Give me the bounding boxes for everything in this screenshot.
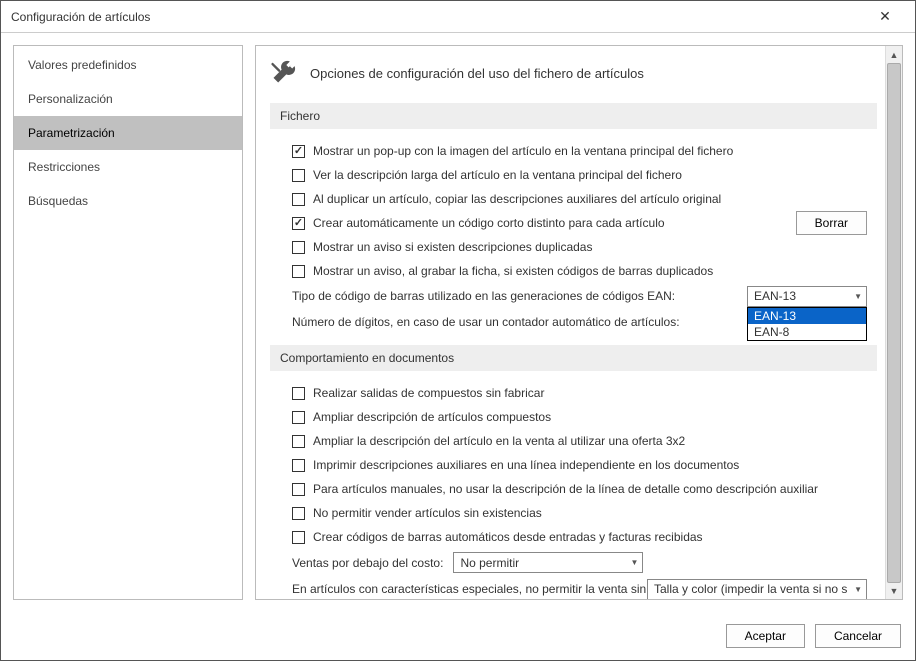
row-barcode-type: Tipo de código de barras utilizado en la… [270, 283, 877, 309]
row-auto-code: Crear automáticamente un código corto di… [270, 211, 877, 235]
checkbox-ampliar-3x2[interactable] [292, 435, 305, 448]
select-ventas-costo-value: No permitir [460, 556, 519, 570]
label-dup-desc-warn: Mostrar un aviso si existen descripcione… [313, 240, 592, 254]
row-long-desc: Ver la descripción larga del artículo en… [270, 163, 877, 187]
select-ventas-costo[interactable]: No permitir [453, 552, 643, 573]
settings-window: Configuración de artículos ✕ Valores pre… [0, 0, 916, 661]
titlebar: Configuración de artículos ✕ [1, 1, 915, 33]
row-imprimir-aux: Imprimir descripciones auxiliares en una… [270, 453, 877, 477]
tools-icon [270, 58, 298, 89]
label-ampliar-comp: Ampliar descripción de artículos compues… [313, 410, 551, 424]
row-no-sin-exist: No permitir vender artículos sin existen… [270, 501, 877, 525]
checkbox-salidas-comp[interactable] [292, 387, 305, 400]
sidebar-item-restricciones[interactable]: Restricciones [14, 150, 242, 184]
footer: Aceptar Cancelar [1, 612, 915, 660]
label-barcode-type: Tipo de código de barras utilizado en la… [292, 289, 675, 303]
main-scroll-content: Opciones de configuración del uso del fi… [256, 46, 885, 599]
page-header: Opciones de configuración del uso del fi… [270, 58, 877, 89]
row-carac-esp: En artículos con características especia… [270, 576, 877, 599]
label-imprimir-aux: Imprimir descripciones auxiliares en una… [313, 458, 739, 472]
page-title: Opciones de configuración del uso del fi… [310, 66, 644, 81]
checkbox-manual-no-aux[interactable] [292, 483, 305, 496]
row-salidas-comp: Realizar salidas de compuestos sin fabri… [270, 381, 877, 405]
checkbox-no-sin-exist[interactable] [292, 507, 305, 520]
ok-button[interactable]: Aceptar [726, 624, 805, 648]
label-crear-barcode: Crear códigos de barras automáticos desd… [313, 530, 703, 544]
checkbox-dup-barcode-warn[interactable] [292, 265, 305, 278]
checkbox-dup-desc-warn[interactable] [292, 241, 305, 254]
label-long-desc: Ver la descripción larga del artículo en… [313, 168, 682, 182]
borrar-button[interactable]: Borrar [796, 211, 867, 235]
checkbox-crear-barcode[interactable] [292, 531, 305, 544]
select-carac-esp-value: Talla y color (impedir la venta si no s [654, 582, 848, 596]
checkbox-ampliar-comp[interactable] [292, 411, 305, 424]
vertical-scrollbar[interactable]: ▲ ▼ [885, 46, 902, 599]
row-manual-no-aux: Para artículos manuales, no usar la desc… [270, 477, 877, 501]
close-button[interactable]: ✕ [865, 1, 905, 32]
label-copy-aux: Al duplicar un artículo, copiar las desc… [313, 192, 721, 206]
cancel-button[interactable]: Cancelar [815, 624, 901, 648]
row-ventas-costo: Ventas por debajo del costo: No permitir [270, 549, 877, 576]
checkbox-popup-image[interactable] [292, 145, 305, 158]
sidebar-item-valores[interactable]: Valores predefinidos [14, 48, 242, 82]
row-popup-image: Mostrar un pop-up con la imagen del artí… [270, 139, 877, 163]
row-copy-aux: Al duplicar un artículo, copiar las desc… [270, 187, 877, 211]
select-carac-esp[interactable]: Talla y color (impedir la venta si no s [647, 579, 867, 600]
row-dup-barcode-warn: Mostrar un aviso, al grabar la ficha, si… [270, 259, 877, 283]
label-ampliar-3x2: Ampliar la descripción del artículo en l… [313, 434, 685, 448]
scroll-down-arrow-icon[interactable]: ▼ [886, 582, 902, 599]
sidebar-item-personalizacion[interactable]: Personalización [14, 82, 242, 116]
checkbox-copy-aux[interactable] [292, 193, 305, 206]
sidebar-item-parametrizacion[interactable]: Parametrización [14, 116, 242, 150]
label-dup-barcode-warn: Mostrar un aviso, al grabar la ficha, si… [313, 264, 713, 278]
dropdown-barcode-type: EAN-13 EAN-8 [747, 307, 867, 341]
dropdown-opt-ean13[interactable]: EAN-13 [748, 308, 866, 324]
scroll-up-arrow-icon[interactable]: ▲ [886, 46, 902, 63]
section-comportamiento-header: Comportamiento en documentos [270, 345, 877, 371]
row-crear-barcode: Crear códigos de barras automáticos desd… [270, 525, 877, 549]
label-ventas-costo: Ventas por debajo del costo: [292, 556, 443, 570]
label-no-sin-exist: No permitir vender artículos sin existen… [313, 506, 542, 520]
label-carac-esp: En artículos con características especia… [292, 582, 650, 596]
checkbox-long-desc[interactable] [292, 169, 305, 182]
label-num-digits: Número de dígitos, en caso de usar un co… [292, 315, 680, 329]
sidebar-item-busquedas[interactable]: Búsquedas [14, 184, 242, 218]
row-dup-desc-warn: Mostrar un aviso si existen descripcione… [270, 235, 877, 259]
row-ampliar-comp: Ampliar descripción de artículos compues… [270, 405, 877, 429]
select-barcode-type[interactable]: EAN-13 [747, 286, 867, 307]
section-fichero-header: Fichero [270, 103, 877, 129]
window-title: Configuración de artículos [11, 10, 865, 24]
label-auto-code: Crear automáticamente un código corto di… [313, 216, 665, 230]
label-salidas-comp: Realizar salidas de compuestos sin fabri… [313, 386, 544, 400]
dropdown-opt-ean8[interactable]: EAN-8 [748, 324, 866, 340]
content-area: Valores predefinidos Personalización Par… [1, 33, 915, 612]
sidebar: Valores predefinidos Personalización Par… [13, 45, 243, 600]
label-popup-image: Mostrar un pop-up con la imagen del artí… [313, 144, 733, 158]
label-manual-no-aux: Para artículos manuales, no usar la desc… [313, 482, 818, 496]
scroll-thumb[interactable] [887, 63, 901, 583]
checkbox-imprimir-aux[interactable] [292, 459, 305, 472]
main-panel: Opciones de configuración del uso del fi… [255, 45, 903, 600]
row-ampliar-3x2: Ampliar la descripción del artículo en l… [270, 429, 877, 453]
checkbox-auto-code[interactable] [292, 217, 305, 230]
select-barcode-type-value: EAN-13 [754, 289, 796, 303]
